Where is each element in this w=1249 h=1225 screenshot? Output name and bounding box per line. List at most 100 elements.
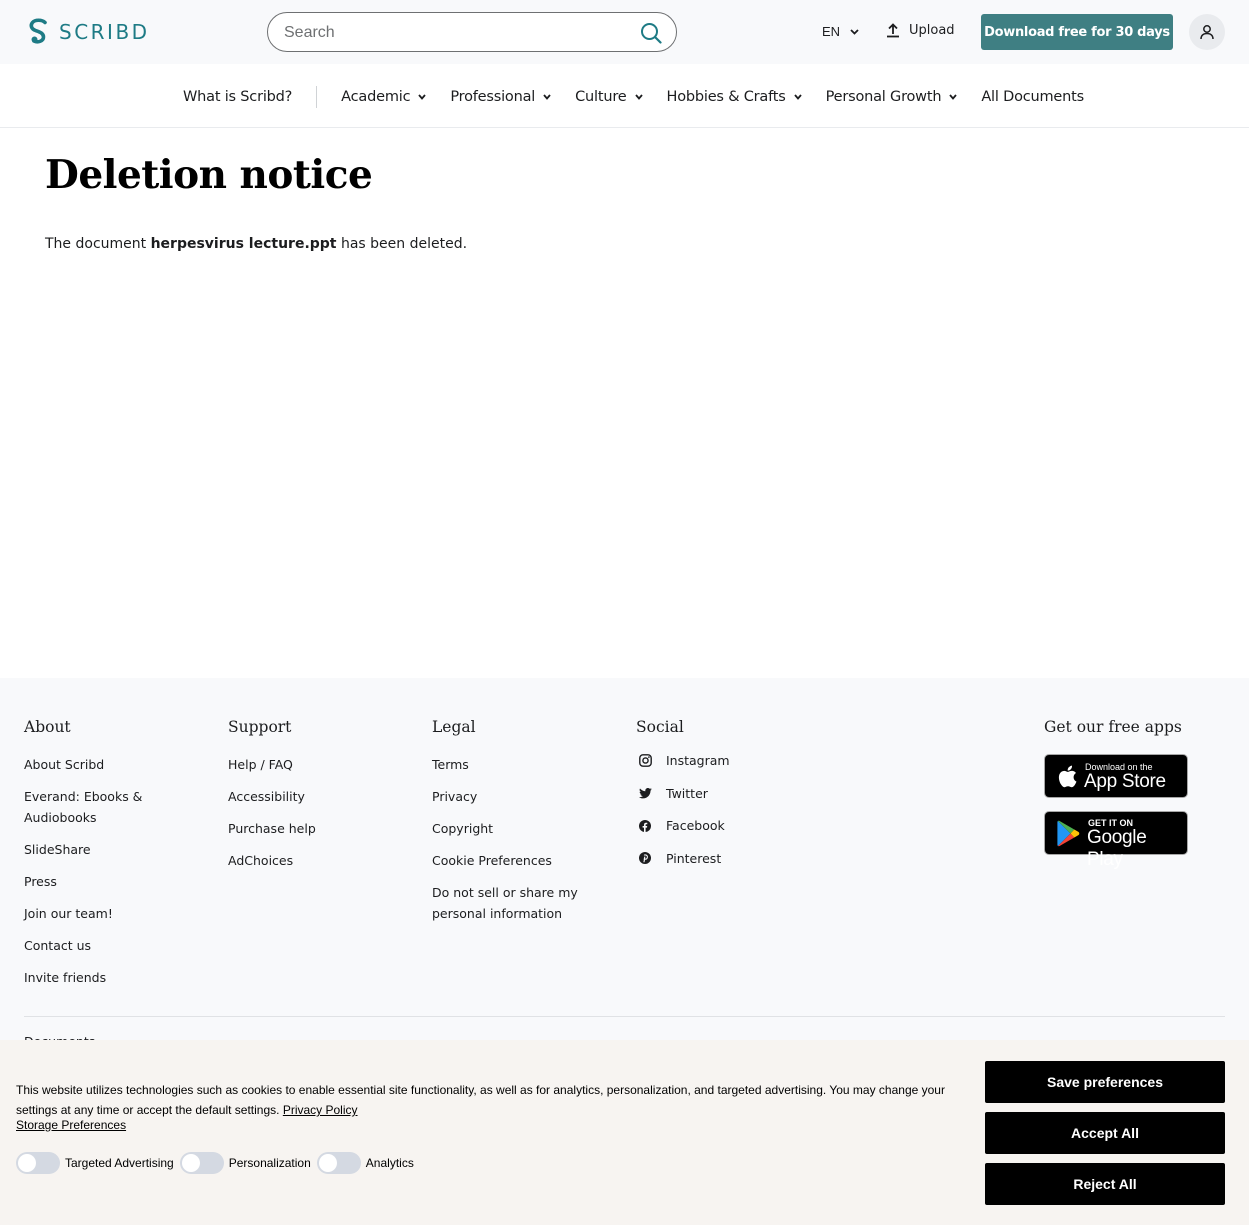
google-play-big-text: Google Play: [1087, 827, 1147, 870]
notice-suffix: has been deleted.: [340, 236, 468, 252]
download-free-button[interactable]: Download free for 30 days: [981, 14, 1173, 50]
instagram-icon: [638, 754, 652, 767]
app-store-badge[interactable]: Download on the App Store: [1044, 754, 1188, 798]
user-icon: [1200, 25, 1214, 40]
footer-link-line: Do not sell or share my: [432, 885, 578, 900]
upload-label: Upload: [909, 22, 955, 38]
nav-label: Professional: [450, 89, 536, 105]
reject-all-button[interactable]: Reject All: [985, 1163, 1225, 1205]
scribd-logo[interactable]: SCRIBD: [26, 18, 150, 46]
social-link-facebook[interactable]: Facebook: [636, 815, 730, 836]
notice-prefix: The document: [45, 236, 147, 252]
storage-preferences-link[interactable]: Storage Preferences: [16, 1118, 126, 1132]
social-link-twitter[interactable]: Twitter: [636, 783, 730, 804]
social-label: Instagram: [666, 753, 730, 768]
footer-heading: Legal: [432, 718, 476, 736]
search-box[interactable]: [267, 12, 677, 52]
nav-item-culture[interactable]: Culture: [575, 89, 643, 105]
language-selector[interactable]: EN: [822, 24, 859, 39]
upload-button[interactable]: Upload: [885, 22, 955, 38]
privacy-policy-link[interactable]: Privacy Policy: [283, 1103, 358, 1117]
cookie-message-text: This website utilizes technologies such …: [16, 1083, 945, 1117]
chevron-down-icon: [418, 94, 427, 100]
footer-link-everand[interactable]: Everand: Ebooks & Audiobooks: [24, 786, 142, 828]
nav-item-professional[interactable]: Professional: [450, 89, 551, 105]
chevron-down-icon: [793, 94, 802, 100]
logo-text: SCRIBD: [59, 20, 150, 44]
category-nav: What is Scribd? Academic Professional Cu…: [0, 64, 1249, 128]
nav-label: Culture: [575, 89, 627, 105]
search-icon[interactable]: [640, 22, 662, 44]
account-button[interactable]: [1189, 14, 1225, 50]
social-link-pinterest[interactable]: Pinterest: [636, 848, 730, 869]
footer-link-privacy[interactable]: Privacy: [432, 786, 578, 807]
google-play-icon: [1057, 820, 1080, 847]
nav-item-hobbies-crafts[interactable]: Hobbies & Crafts: [667, 89, 802, 105]
save-preferences-button[interactable]: Save preferences: [985, 1061, 1225, 1103]
cookie-toggles: Targeted Advertising Personalization Ana…: [16, 1152, 420, 1174]
footer-legal-column: Legal Terms Privacy Copyright Cookie Pre…: [432, 718, 578, 924]
cookie-consent-banner: This website utilizes technologies such …: [0, 1040, 1249, 1225]
footer-social-column: Social Instagram Twitter Facebook Pinter…: [636, 718, 730, 880]
social-label: Pinterest: [666, 850, 722, 866]
footer-link-line: personal information: [432, 906, 563, 921]
social-label: Twitter: [666, 785, 708, 801]
footer-link-line: Audiobooks: [24, 810, 97, 825]
nav-label: Hobbies & Crafts: [666, 89, 786, 105]
toggle-label: Analytics: [365, 1156, 414, 1170]
footer-link-join-team[interactable]: Join our team!: [24, 903, 142, 924]
chevron-down-icon: [850, 28, 859, 35]
page-title: Deletion notice: [45, 152, 373, 198]
document-name: herpesvirus lecture.ppt: [150, 236, 337, 252]
footer-link-adchoices[interactable]: AdChoices: [228, 850, 316, 871]
nav-item-personal-growth[interactable]: Personal Growth: [826, 89, 958, 105]
chevron-down-icon: [543, 94, 551, 100]
search-input[interactable]: [284, 22, 624, 44]
deletion-message: The document herpesvirus lecture.ppt has…: [45, 236, 467, 252]
nav-label: All Documents: [981, 89, 1084, 105]
footer-link-slideshare[interactable]: SlideShare: [24, 839, 142, 860]
accept-all-button[interactable]: Accept All: [985, 1112, 1225, 1154]
google-play-badge[interactable]: GET IT ON Google Play: [1044, 811, 1188, 870]
chevron-down-icon: [949, 94, 957, 100]
footer-heading: Get our free apps: [1044, 718, 1182, 736]
toggle-label: Personalization: [228, 1156, 311, 1170]
footer-heading: Support: [228, 718, 292, 736]
footer-link-purchase-help[interactable]: Purchase help: [228, 818, 316, 839]
footer-heading: About: [24, 718, 71, 736]
pinterest-icon: [639, 852, 651, 864]
nav-item-academic[interactable]: Academic: [341, 89, 427, 105]
scribd-logo-icon: [29, 18, 47, 44]
upload-icon: [887, 23, 899, 38]
footer-link-invite[interactable]: Invite friends: [24, 967, 142, 988]
footer-link-about-scribd[interactable]: About Scribd: [24, 754, 142, 775]
language-label: EN: [822, 24, 841, 39]
social-label: Facebook: [666, 818, 725, 833]
footer-link-contact[interactable]: Contact us: [24, 935, 142, 956]
toggle-label: Targeted Advertising: [65, 1156, 174, 1170]
footer-link-press[interactable]: Press: [24, 871, 142, 892]
nav-item-all-documents[interactable]: All Documents: [981, 89, 1084, 105]
footer-heading: Social: [636, 718, 684, 736]
apple-icon: [1058, 765, 1077, 788]
chevron-down-icon: [634, 94, 643, 100]
social-link-instagram[interactable]: Instagram: [636, 750, 730, 771]
app-store-big-text: App Store: [1084, 771, 1166, 792]
footer-link-do-not-sell[interactable]: Do not sell or share my personal informa…: [432, 882, 578, 924]
footer-about-column: About About Scribd Everand: Ebooks & Aud…: [24, 718, 142, 999]
nav-divider: [316, 86, 318, 108]
footer-apps-column: Get our free apps Download on the App St…: [1044, 718, 1188, 870]
twitter-icon: [638, 787, 652, 798]
footer-link-help[interactable]: Help / FAQ: [228, 754, 316, 775]
footer-link-terms[interactable]: Terms: [432, 754, 578, 775]
personalization-toggle[interactable]: [179, 1152, 224, 1174]
footer-support-column: Support Help / FAQ Accessibility Purchas…: [228, 718, 316, 882]
site-header: SCRIBD EN Upload Download free for 30 da…: [0, 0, 1249, 64]
nav-item-what-is-scribd[interactable]: What is Scribd?: [183, 89, 292, 105]
footer-link-cookie-preferences[interactable]: Cookie Preferences: [432, 850, 578, 871]
targeted-advertising-toggle[interactable]: [16, 1152, 60, 1174]
footer-link-accessibility[interactable]: Accessibility: [228, 786, 316, 807]
footer-link-copyright[interactable]: Copyright: [432, 818, 578, 839]
analytics-toggle[interactable]: [316, 1152, 361, 1174]
cookie-message: This website utilizes technologies such …: [16, 1080, 961, 1120]
